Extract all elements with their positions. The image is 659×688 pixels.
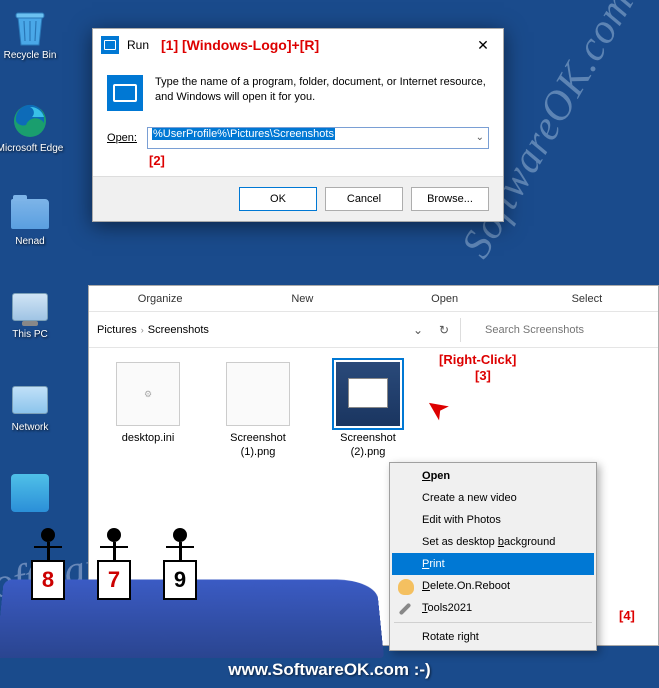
ctx-print[interactable]: Print (392, 553, 594, 575)
judge-3: 9 (158, 528, 202, 600)
explorer-navbar: Pictures › Screenshots ⌄ ↻ 🔍 (89, 312, 658, 348)
user-folder-label: Nenad (15, 236, 44, 247)
run-button-row: OK Cancel Browse... (93, 176, 503, 221)
file-thumbnail-icon (336, 362, 400, 426)
score-card-1: 8 (31, 560, 65, 600)
browser-icon (10, 101, 50, 141)
open-label: Open: (107, 132, 147, 144)
annotation-2: [2] (93, 149, 503, 176)
network-label: Network (12, 422, 49, 433)
file-item[interactable]: ⚙ desktop.ini (103, 362, 193, 446)
user-folder-icon[interactable]: Nenad (0, 188, 60, 253)
file-image-icon (226, 362, 290, 426)
breadcrumb-pictures[interactable]: Pictures (97, 324, 137, 336)
chevron-right-icon: › (141, 325, 144, 335)
chevron-down-icon[interactable]: ⌄ (476, 132, 484, 143)
open-input[interactable]: %UserProfile%\Pictures\Screenshots ⌄ (147, 127, 489, 149)
ctx-delete-on-reboot[interactable]: Delete.On.Reboot (392, 575, 594, 597)
file-label: Screenshot (2).png (323, 432, 413, 460)
dropdown-button[interactable]: ⌄ (408, 320, 428, 340)
recycle-bin-label: Recycle Bin (4, 50, 57, 61)
run-dialog: Run [1] [Windows-Logo]+[R] ✕ Type the na… (92, 28, 504, 222)
ctx-rotate-right[interactable]: Rotate right (392, 626, 594, 648)
file-item[interactable]: Screenshot (1).png (213, 362, 303, 460)
ok-button[interactable]: OK (239, 187, 317, 211)
edge-label: Microsoft Edge (0, 143, 63, 154)
run-title-icon (101, 36, 119, 54)
judge-2: 7 (92, 528, 136, 600)
generic-app-icon (10, 473, 50, 513)
search-wrap: 🔍 (460, 318, 650, 342)
menu-select[interactable]: Select (516, 286, 658, 311)
breadcrumb-screenshots[interactable]: Screenshots (148, 324, 209, 336)
footer-credit: www.SoftwareOK.com :-) (0, 660, 659, 680)
context-menu: Open Create a new video Edit with Photos… (389, 462, 597, 651)
run-body: Type the name of a program, folder, docu… (93, 61, 503, 121)
run-program-icon (107, 75, 143, 111)
browse-button[interactable]: Browse... (411, 187, 489, 211)
ctx-open[interactable]: Open (392, 465, 594, 487)
score-card-3: 9 (163, 560, 197, 600)
this-pc-icon[interactable]: This PC (0, 281, 60, 346)
close-button[interactable]: ✕ (471, 33, 495, 57)
computer-icon (10, 287, 50, 327)
ctx-separator (394, 622, 592, 623)
annotation-3: [Right-Click] [3] (439, 352, 516, 383)
run-input-row: Open: %UserProfile%\Pictures\Screenshots… (93, 121, 503, 149)
annotation-4: [4] (619, 608, 635, 623)
desktop-icons-column: Recycle Bin Microsoft Edge Nenad This PC… (0, 0, 60, 521)
ctx-tools2021[interactable]: Tools2021 (392, 597, 594, 619)
file-label: Screenshot (1).png (213, 432, 303, 460)
trash-icon (10, 8, 50, 48)
hand-icon (398, 579, 414, 595)
judge-1: 8 (26, 528, 70, 600)
network-icon[interactable]: Network (0, 374, 60, 439)
open-input-value: %UserProfile%\Pictures\Screenshots (152, 128, 335, 140)
menu-open[interactable]: Open (374, 286, 516, 311)
edge-icon[interactable]: Microsoft Edge (0, 95, 60, 160)
file-item-selected[interactable]: Screenshot (2).png (323, 362, 413, 460)
ctx-create-video[interactable]: Create a new video (392, 487, 594, 509)
ctx-set-background[interactable]: Set as desktop background (392, 531, 594, 553)
breadcrumb[interactable]: Pictures › Screenshots (97, 324, 209, 336)
network-glyph-icon (10, 380, 50, 420)
arrow-icon: ➤ (421, 391, 454, 426)
search-input[interactable] (460, 318, 640, 342)
this-pc-label: This PC (12, 329, 48, 340)
score-card-2: 7 (97, 560, 131, 600)
cancel-button[interactable]: Cancel (325, 187, 403, 211)
menu-new[interactable]: New (231, 286, 373, 311)
refresh-button[interactable]: ↻ (434, 320, 454, 340)
menu-organize[interactable]: Organize (89, 286, 231, 311)
annotation-1: [1] [Windows-Logo]+[R] (161, 37, 319, 53)
run-titlebar[interactable]: Run [1] [Windows-Logo]+[R] ✕ (93, 29, 503, 61)
run-title-text: Run (127, 38, 149, 52)
file-ini-icon: ⚙ (116, 362, 180, 426)
folder-icon (10, 194, 50, 234)
ctx-edit-photos[interactable]: Edit with Photos (392, 509, 594, 531)
app-icon[interactable] (0, 467, 60, 521)
run-description: Type the name of a program, folder, docu… (155, 75, 489, 111)
recycle-bin-icon[interactable]: Recycle Bin (0, 2, 60, 67)
explorer-menubar: Organize New Open Select (89, 286, 658, 312)
file-label: desktop.ini (103, 432, 193, 446)
wrench-icon (399, 603, 412, 616)
